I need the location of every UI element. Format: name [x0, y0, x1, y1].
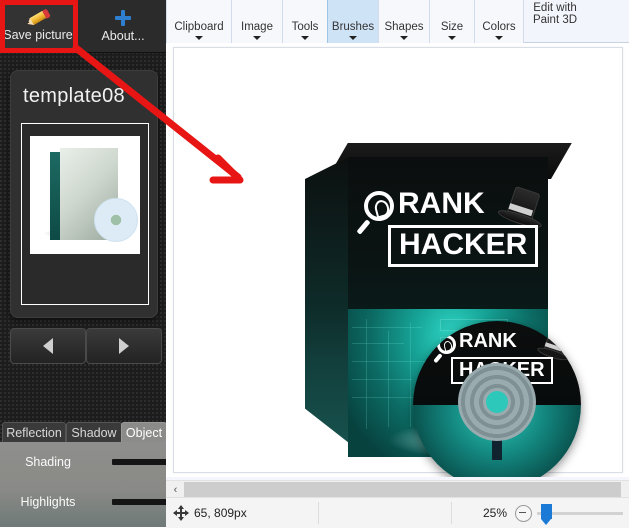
magnifier-icon	[364, 191, 394, 221]
highlights-slider-row: Highlights	[0, 494, 166, 522]
ribbon-label-brushes: Brushes	[331, 21, 375, 33]
box-title-hacker: HACKER	[388, 225, 539, 267]
chevron-right-icon	[119, 338, 129, 354]
about-label: About...	[101, 28, 145, 43]
horizontal-scrollbar[interactable]: ‹	[166, 480, 629, 498]
save-picture-button[interactable]: Save picture	[0, 0, 76, 52]
status-divider-1	[318, 502, 319, 524]
status-coordinates: 65, 809px	[170, 498, 247, 528]
ribbon-group-size[interactable]: Size	[429, 0, 475, 45]
box-side-face	[305, 157, 349, 443]
paint-canvas-area[interactable]: RANK HACKER RANK	[166, 43, 629, 477]
zoom-out-button[interactable]	[515, 504, 532, 522]
ribbon-label-tools: Tools	[291, 21, 319, 33]
shading-slider-row: Shading	[0, 454, 166, 482]
preview-cd	[94, 198, 138, 242]
highlights-label: Highlights	[20, 495, 76, 509]
ribbon-group-clipboard[interactable]: Clipboard	[166, 0, 232, 45]
paint-status-bar: 65, 809px 25%	[166, 497, 629, 528]
magnifier-icon	[437, 335, 456, 354]
ribbon-group-tools[interactable]: Tools	[282, 0, 328, 45]
disc-title-rank: RANK	[459, 330, 517, 352]
scroll-left-arrow[interactable]: ‹	[168, 482, 183, 497]
template-card: template08 APPLY >>	[10, 70, 158, 318]
next-template-button[interactable]	[86, 328, 162, 364]
status-divider-2	[451, 502, 452, 524]
tab-reflection[interactable]: Reflection	[2, 422, 66, 443]
about-button[interactable]: About...	[80, 0, 166, 52]
tab-shadow[interactable]: Shadow	[66, 422, 122, 443]
template-name: template08	[23, 85, 125, 107]
zoom-slider-thumb[interactable]	[541, 504, 552, 525]
ribbon-label-colors: Colors	[482, 21, 516, 33]
preview-box-spine	[50, 152, 60, 240]
ribbon-group-image[interactable]: Image	[231, 0, 283, 45]
paint-ribbon: Clipboard Image Tools Brushes Shapes Siz…	[166, 0, 629, 45]
zoom-controls: 25%	[469, 498, 629, 528]
scrollbar-thumb[interactable]	[184, 482, 621, 497]
chevron-down-icon	[301, 36, 309, 40]
highlights-slider[interactable]	[112, 499, 166, 505]
paint-canvas[interactable]: RANK HACKER RANK	[173, 47, 623, 477]
chevron-down-icon	[495, 36, 503, 40]
ribbon-label-clipboard: Clipboard	[174, 21, 224, 33]
coordinates-value: 65, 809px	[194, 506, 247, 520]
ribbon-group-brushes[interactable]: Brushes	[327, 0, 379, 45]
box-title-rank: RANK	[398, 187, 485, 220]
product-mockup-artwork: RANK HACKER RANK	[305, 143, 605, 477]
object-tab-panel: Shading Highlights	[0, 442, 166, 527]
move-cursor-icon	[173, 505, 189, 521]
screen-root: Save picture About... template08 APPLY >…	[0, 0, 629, 528]
plus-icon	[115, 9, 131, 26]
chevron-left-icon	[43, 338, 53, 354]
ribbon-label-shapes: Shapes	[384, 21, 424, 33]
paint-window: Clipboard Image Tools Brushes Shapes Siz…	[166, 0, 629, 528]
pencil-icon	[24, 5, 52, 29]
chevron-down-icon	[400, 36, 408, 40]
zoom-level-value: 25%	[482, 506, 507, 520]
cd-disc: RANK HACKER	[413, 321, 581, 477]
disc-hub	[458, 363, 536, 441]
ribbon-label-size: Size	[440, 21, 464, 33]
effect-tabs: Reflection Shadow Object	[0, 422, 166, 443]
chevron-down-icon	[349, 36, 357, 40]
shading-label: Shading	[25, 455, 71, 469]
ribbon-group-shapes[interactable]: Shapes	[378, 0, 430, 45]
ribbon-label-image: Image	[241, 21, 273, 33]
template-preview-image	[30, 136, 140, 254]
template-preview-frame[interactable]: APPLY >>	[21, 123, 149, 305]
app-toolbar: Save picture About...	[0, 0, 166, 53]
ribbon-group-colors[interactable]: Colors	[474, 0, 524, 45]
tab-object[interactable]: Object	[121, 422, 166, 443]
chevron-down-icon	[448, 36, 456, 40]
chevron-down-icon	[253, 36, 261, 40]
shading-slider[interactable]	[112, 459, 166, 465]
ribbon-label-paint3d: Edit with Paint 3D	[532, 2, 578, 26]
chevron-down-icon	[195, 36, 203, 40]
toolbar-divider	[77, 2, 78, 50]
previous-template-button[interactable]	[10, 328, 86, 364]
template-app-panel: Save picture About... template08 APPLY >…	[0, 0, 166, 527]
save-picture-label: Save picture	[3, 27, 73, 42]
box-title-lockup: RANK HACKER	[362, 185, 544, 269]
